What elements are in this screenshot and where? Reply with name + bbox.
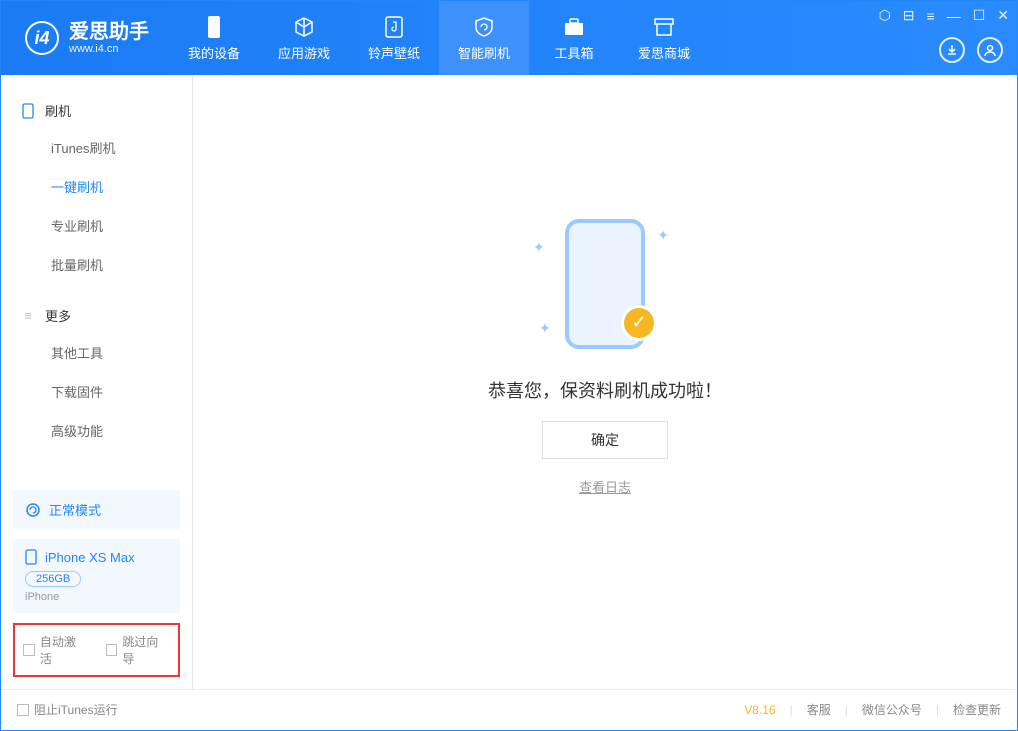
tab-label: 爱思商城 <box>638 43 690 62</box>
list-icon: ≡ <box>21 309 35 323</box>
sidebar-item-download-firmware[interactable]: 下载固件 <box>1 372 192 411</box>
titlebar: i4 爱思助手 www.i4.cn 我的设备 应用游戏 铃声壁纸 智能刷机 工具… <box>1 1 1017 75</box>
music-file-icon <box>382 15 406 39</box>
footer-link-support[interactable]: 客服 <box>807 701 831 718</box>
tab-my-device[interactable]: 我的设备 <box>169 1 259 75</box>
sidebar-item-itunes-flash[interactable]: iTunes刷机 <box>1 128 192 167</box>
minimize-icon[interactable]: — <box>947 8 961 24</box>
tab-apps-games[interactable]: 应用游戏 <box>259 1 349 75</box>
device-storage-badge: 256GB <box>25 571 81 587</box>
sparkle-icon: ✦ <box>539 320 551 337</box>
phone-outline-icon <box>25 549 37 565</box>
sidebar: 刷机 iTunes刷机 一键刷机 专业刷机 批量刷机 ≡ 更多 其他工具 下载固… <box>1 75 193 689</box>
check-badge-icon: ✓ <box>621 305 657 341</box>
store-icon <box>652 15 676 39</box>
device-type-label: iPhone <box>25 591 168 603</box>
success-message: 恭喜您，保资料刷机成功啦！ <box>488 377 722 403</box>
logo-icon: i4 <box>25 21 59 55</box>
checkbox-label: 阻止iTunes运行 <box>34 701 118 718</box>
device-name-label: iPhone XS Max <box>45 550 135 565</box>
app-url: www.i4.cn <box>69 43 149 55</box>
tab-label: 智能刷机 <box>458 43 510 62</box>
sidebar-item-other-tools[interactable]: 其他工具 <box>1 333 192 372</box>
tab-toolbox[interactable]: 工具箱 <box>529 1 619 75</box>
section-title-label: 刷机 <box>45 101 71 120</box>
device-info-box[interactable]: iPhone XS Max 256GB iPhone <box>13 539 180 613</box>
phone-small-icon <box>21 104 35 118</box>
checkbox-label: 跳过向导 <box>122 633 170 667</box>
tab-smart-flash[interactable]: 智能刷机 <box>439 1 529 75</box>
nav-tabs: 我的设备 应用游戏 铃声壁纸 智能刷机 工具箱 爱思商城 <box>169 1 709 75</box>
tab-store[interactable]: 爱思商城 <box>619 1 709 75</box>
close-icon[interactable]: ✕ <box>997 7 1009 24</box>
success-illustration: ✦ ✦ ✦ ✓ <box>515 209 695 359</box>
sparkle-icon: ✦ <box>533 239 545 256</box>
logo[interactable]: i4 爱思助手 www.i4.cn <box>1 21 169 55</box>
app-name: 爱思助手 <box>69 21 149 43</box>
sidebar-item-batch-flash[interactable]: 批量刷机 <box>1 245 192 284</box>
sidebar-item-pro-flash[interactable]: 专业刷机 <box>1 206 192 245</box>
tab-ringtone-wallpaper[interactable]: 铃声壁纸 <box>349 1 439 75</box>
ok-button[interactable]: 确定 <box>542 421 668 459</box>
cube-icon <box>292 15 316 39</box>
tab-label: 我的设备 <box>188 43 240 62</box>
checkbox-block-itunes[interactable]: 阻止iTunes运行 <box>17 701 118 718</box>
flash-options-row: 自动激活 跳过向导 <box>13 623 180 677</box>
device-mode-label: 正常模式 <box>49 500 101 519</box>
footer-link-update[interactable]: 检查更新 <box>953 701 1001 718</box>
device-mode-box[interactable]: 正常模式 <box>13 490 180 529</box>
tab-label: 工具箱 <box>554 43 593 62</box>
checkbox-auto-activate[interactable]: 自动激活 <box>23 633 88 667</box>
download-icon[interactable] <box>939 37 965 63</box>
main-content: ✦ ✦ ✦ ✓ 恭喜您，保资料刷机成功啦！ 确定 查看日志 <box>193 75 1017 689</box>
version-label: V8.16 <box>744 703 775 717</box>
toolbox-icon <box>562 15 586 39</box>
shirt-icon[interactable]: ⬡ <box>879 7 891 24</box>
sparkle-icon: ✦ <box>657 227 669 244</box>
view-log-link[interactable]: 查看日志 <box>579 477 631 496</box>
footer-link-wechat[interactable]: 微信公众号 <box>862 701 922 718</box>
checkbox-skip-guide[interactable]: 跳过向导 <box>106 633 171 667</box>
section-title-label: 更多 <box>45 306 71 325</box>
checkbox-label: 自动激活 <box>40 633 88 667</box>
footer: 阻止iTunes运行 V8.16 | 客服 | 微信公众号 | 检查更新 <box>1 689 1017 729</box>
sidebar-item-oneclick-flash[interactable]: 一键刷机 <box>1 167 192 206</box>
tab-label: 应用游戏 <box>278 43 330 62</box>
sidebar-item-advanced[interactable]: 高级功能 <box>1 411 192 450</box>
lock-icon[interactable]: ⊟ <box>903 7 915 24</box>
shield-refresh-icon <box>472 15 496 39</box>
refresh-icon <box>25 502 41 518</box>
tab-label: 铃声壁纸 <box>368 43 420 62</box>
menu-icon[interactable]: ≡ <box>927 8 935 24</box>
user-icon[interactable] <box>977 37 1003 63</box>
device-icon <box>202 15 226 39</box>
section-flash: 刷机 <box>1 93 192 128</box>
maximize-icon[interactable]: ☐ <box>973 7 986 24</box>
section-more: ≡ 更多 <box>1 298 192 333</box>
window-controls: ⬡ ⊟ ≡ — ☐ ✕ <box>879 7 1009 24</box>
